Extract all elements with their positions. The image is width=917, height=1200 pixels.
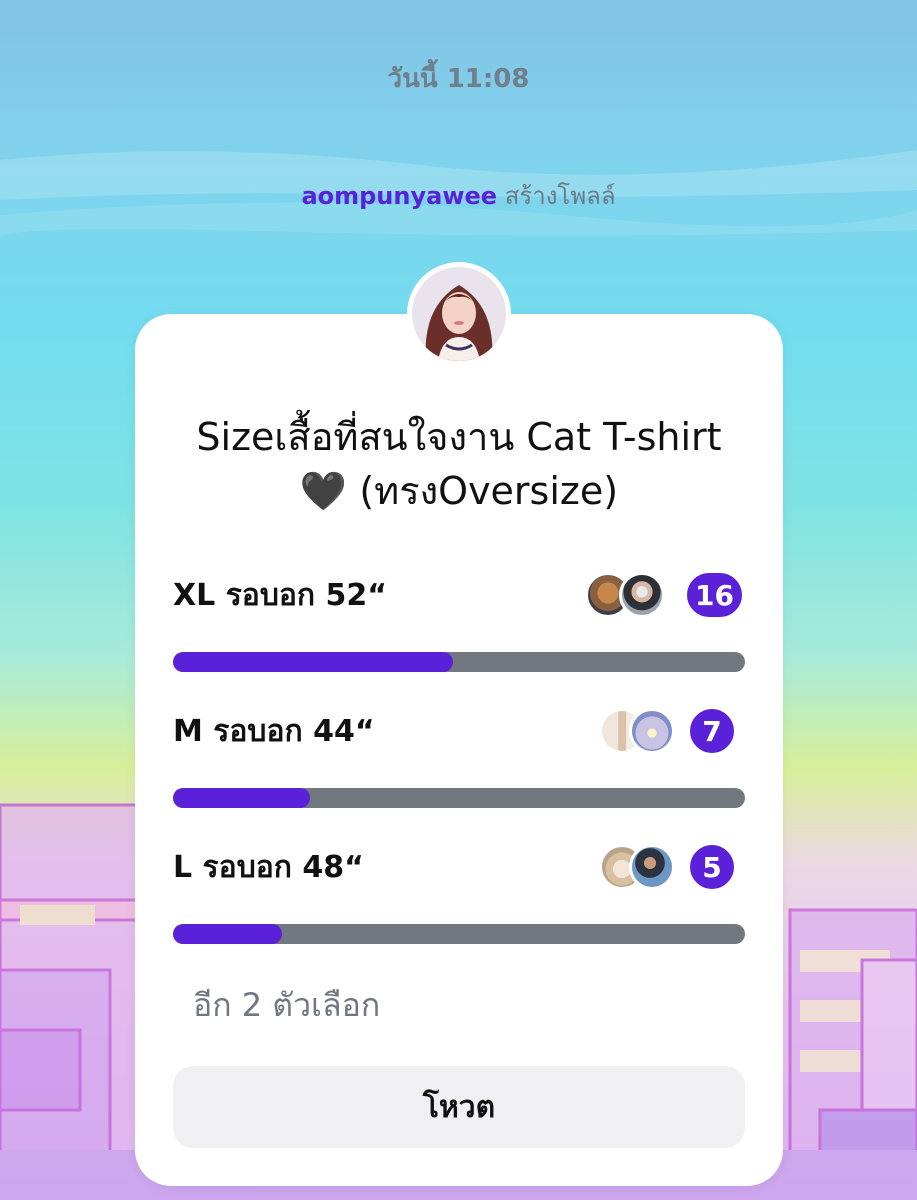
poll-card: Sizeเสื้อที่สนใจงาน Cat T-shirt🖤 (ทรงOve… [135, 314, 783, 1186]
creator-action-text: สร้างโพลล์ [504, 182, 616, 210]
man-outdoor-avatar-icon [629, 844, 675, 890]
progress-bar [173, 788, 745, 808]
progress-bar [173, 652, 745, 672]
timestamp: วันนี้ 11:08 [387, 64, 530, 94]
creator-username[interactable]: aompunyawee [301, 182, 497, 210]
poll-option-label: M รอบอก 44“ [173, 714, 375, 749]
man-with-mask-avatar-icon [619, 572, 665, 618]
poll-option-label: XL รอบอก 52“ [173, 578, 387, 613]
progress-bar-fill [173, 924, 282, 944]
progress-bar-fill [173, 788, 311, 808]
creator-avatar[interactable] [407, 262, 511, 366]
voter-avatars[interactable]: 7 [585, 706, 745, 756]
vote-count-badge: 16 [684, 570, 745, 620]
vote-count-badge: 7 [687, 706, 737, 756]
voter-avatars[interactable]: 16 [585, 570, 745, 620]
vote-button[interactable]: โหวต [173, 1066, 745, 1148]
poll-option-label: L รอบอก 48“ [173, 850, 364, 885]
vote-count-badge: 5 [687, 842, 737, 892]
more-options-link[interactable]: อีก 2 ตัวเลือก [193, 980, 380, 1031]
woman-portrait-avatar-icon [412, 267, 506, 361]
poll-title: Sizeเสื้อที่สนใจงาน Cat T-shirt🖤 (ทรงOve… [196, 415, 722, 513]
progress-bar-fill [173, 652, 454, 672]
poll-creator-line: aompunyawee สร้างโพลล์ [0, 176, 917, 215]
sunset-avatar-icon [629, 708, 675, 754]
voter-avatars[interactable]: 5 [585, 842, 745, 892]
progress-bar [173, 924, 745, 944]
